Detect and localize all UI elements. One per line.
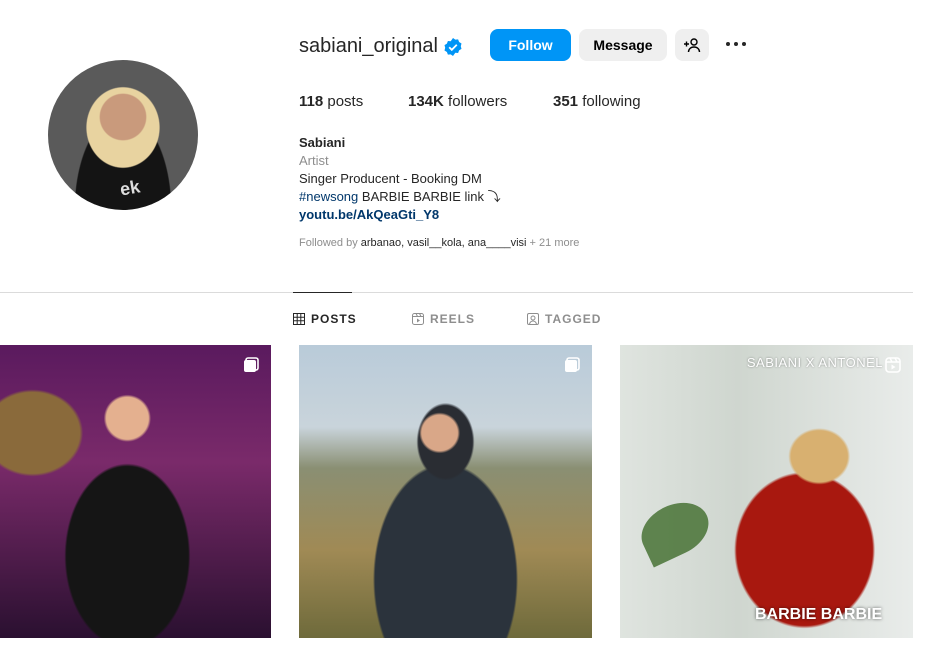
- posts-count[interactable]: 118 posts: [299, 93, 363, 110]
- grid-icon: [293, 313, 305, 325]
- tagged-icon: [527, 313, 539, 325]
- post-thumbnail[interactable]: [299, 345, 592, 638]
- followed-by[interactable]: Followed by arbanao, vasil__kola, ana___…: [299, 237, 579, 249]
- reels-icon: [412, 313, 424, 325]
- profile-username: sabiani_original: [299, 35, 438, 57]
- verified-badge-icon: [444, 38, 462, 56]
- profile-category: Artist: [299, 153, 329, 168]
- reels-icon: [885, 357, 901, 373]
- profile-bio: Sabiani Artist Singer Producent - Bookin…: [299, 134, 501, 224]
- followers-count[interactable]: 134K followers: [408, 93, 507, 110]
- carousel-icon: [565, 357, 580, 372]
- profile-avatar[interactable]: ek: [48, 60, 198, 210]
- post-thumbnail-reel[interactable]: SABIANI X ANTONEL BARBIE BARBIE: [620, 345, 913, 638]
- carousel-icon: [244, 357, 259, 372]
- bio-hashtag[interactable]: #newsong: [299, 189, 358, 204]
- tab-reels[interactable]: REELS: [412, 312, 475, 326]
- add-user-icon: [684, 38, 701, 53]
- reel-caption: BARBIE BARBIE: [755, 606, 883, 623]
- active-tab-indicator: [293, 292, 352, 293]
- following-count[interactable]: 351 following: [553, 93, 641, 110]
- avatar-shirt-text: ek: [118, 176, 142, 200]
- followed-by-accounts: arbanao, vasil__kola, ana____visi: [360, 237, 527, 249]
- decor-leaf: [632, 492, 718, 568]
- bio-external-link[interactable]: youtu.be/AkQeaGti_Y8: [299, 206, 501, 224]
- message-button[interactable]: Message: [579, 29, 667, 61]
- follow-button[interactable]: Follow: [490, 29, 571, 61]
- profile-full-name: Sabiani: [299, 135, 346, 150]
- suggest-users-button[interactable]: [675, 29, 709, 61]
- bio-line-2: #newsong BARBIE BARBIE link ⤵: [299, 189, 501, 204]
- bio-line-1: Singer Producent - Booking DM: [299, 171, 482, 186]
- tab-posts[interactable]: POSTS: [293, 312, 357, 326]
- post-thumbnail[interactable]: [0, 345, 271, 638]
- more-options-icon[interactable]: [726, 36, 750, 52]
- reel-overlay-title: SABIANI X ANTONEL: [746, 355, 883, 370]
- tab-tagged[interactable]: TAGGED: [527, 312, 601, 326]
- tabs-divider: [0, 292, 913, 293]
